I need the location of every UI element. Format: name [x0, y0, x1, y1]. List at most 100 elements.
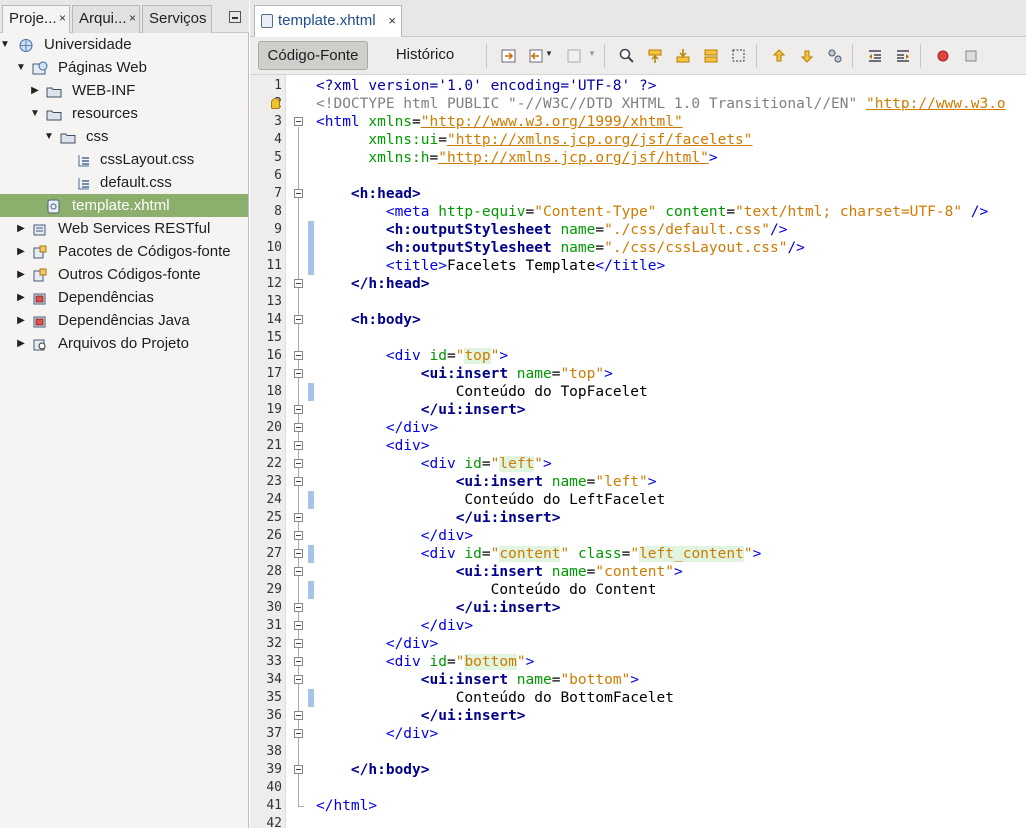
code-token: =: [595, 240, 605, 256]
tree-node[interactable]: cssLayout.css: [0, 148, 248, 171]
toggle-bookmark-icon[interactable]: [826, 47, 844, 65]
line-number: 28: [266, 564, 282, 579]
tree-node[interactable]: ▶ WEB-INF: [0, 79, 248, 102]
collapse-right-icon[interactable]: ▶: [16, 217, 26, 240]
fold-end-icon[interactable]: [294, 423, 303, 432]
editor-tab-template[interactable]: template.xhtml ×: [254, 5, 402, 37]
tree-node[interactable]: ▶ Dependências Java: [0, 309, 248, 332]
fold-toggle-icon[interactable]: [294, 315, 303, 324]
shift-left-icon[interactable]: [866, 47, 884, 65]
close-icon[interactable]: ×: [129, 6, 136, 31]
code-token: </ui:insert>: [420, 708, 526, 724]
line-number: 13: [266, 294, 282, 309]
find-next-icon[interactable]: [674, 47, 692, 65]
source-view-button[interactable]: Código-Fonte: [258, 41, 368, 70]
collapse-right-icon[interactable]: ▶: [16, 309, 26, 332]
expand-down-icon[interactable]: ▼: [30, 102, 40, 125]
tab-files-label: Arqui...: [79, 10, 127, 27]
chevron-down-icon[interactable]: ▼: [545, 49, 553, 58]
fold-toggle-icon[interactable]: [294, 441, 303, 450]
chevron-down-icon[interactable]: ▼: [588, 49, 596, 58]
tree-node[interactable]: ▶ Dependências: [0, 286, 248, 309]
code-token: name: [560, 222, 596, 238]
code-token: </ui:insert>: [420, 402, 526, 418]
fold-end-icon[interactable]: [294, 711, 303, 720]
record-macro-icon[interactable]: [934, 47, 952, 65]
tab-projects[interactable]: Proje... ×: [2, 5, 70, 33]
expand-down-icon[interactable]: ▼: [0, 33, 10, 56]
tree-node[interactable]: ▼ resources: [0, 102, 248, 125]
stop-macro-icon[interactable]: [962, 47, 980, 65]
rect-select-icon[interactable]: [730, 47, 748, 65]
expand-down-icon[interactable]: ▼: [44, 125, 54, 148]
fold-end-icon[interactable]: [294, 513, 303, 522]
collapse-right-icon[interactable]: ▶: [16, 332, 26, 355]
tree-node[interactable]: default.css: [0, 171, 248, 194]
fold-end-icon[interactable]: [294, 639, 303, 648]
tree-node[interactable]: ▼ Universidade: [0, 33, 248, 56]
shift-right-icon[interactable]: [894, 47, 912, 65]
fold-end-icon[interactable]: [294, 603, 303, 612]
tree-node[interactable]: ▼ css: [0, 125, 248, 148]
close-icon[interactable]: ×: [59, 6, 66, 31]
editor-tab-label: template.xhtml: [278, 12, 376, 29]
expand-down-icon[interactable]: ▼: [16, 56, 26, 79]
collapse-right-icon[interactable]: ▶: [16, 263, 26, 286]
tree-node-label: WEB-INF: [72, 82, 136, 99]
collapse-right-icon[interactable]: ▶: [16, 240, 26, 263]
line-number: 30: [266, 600, 282, 615]
fold-toggle-icon[interactable]: [294, 189, 303, 198]
fold-toggle-icon[interactable]: [294, 675, 303, 684]
code-line: Conteúdo do LeftFacelet: [316, 491, 665, 509]
fold-end-icon[interactable]: [294, 279, 303, 288]
fold-toggle-icon[interactable]: [294, 477, 303, 486]
collapse-right-icon[interactable]: ▶: [30, 79, 40, 102]
minimize-icon[interactable]: [229, 11, 241, 23]
tree-node[interactable]: ▼ Páginas Web: [0, 56, 248, 79]
fold-toggle-icon[interactable]: [294, 369, 303, 378]
close-icon[interactable]: ×: [388, 6, 396, 36]
fold-toggle-icon[interactable]: [294, 567, 303, 576]
tree-node[interactable]: ▶ Outros Códigos-fonte: [0, 263, 248, 286]
collapse-right-icon[interactable]: ▶: [16, 286, 26, 309]
fold-toggle-icon[interactable]: [294, 459, 303, 468]
fold-end-icon[interactable]: [294, 729, 303, 738]
fold-toggle-icon[interactable]: [294, 117, 303, 126]
hint-lightbulb-icon[interactable]: [271, 98, 280, 109]
fold-end-icon[interactable]: [294, 531, 303, 540]
fold-toggle-icon[interactable]: [294, 351, 303, 360]
tree-node-label: Dependências Java: [58, 312, 190, 329]
code-area[interactable]: <?xml version='1.0' encoding='UTF-8' ?> <…: [316, 75, 1026, 828]
tree-node[interactable]: template.xhtml: [0, 194, 248, 217]
library-icon: [32, 290, 48, 305]
fold-end-icon[interactable]: [294, 765, 303, 774]
find-icon[interactable]: [618, 47, 636, 65]
code-line: Conteúdo do BottomFacelet: [316, 689, 674, 707]
change-marker: [308, 491, 314, 509]
forward-icon[interactable]: [566, 47, 584, 65]
tree-node[interactable]: ▶ Pacotes de Códigos-fonte: [0, 240, 248, 263]
toggle-highlight-icon[interactable]: [702, 47, 720, 65]
fold-toggle-icon[interactable]: [294, 549, 303, 558]
fold-end-icon[interactable]: [294, 405, 303, 414]
line-number: 10: [266, 240, 282, 255]
tab-services[interactable]: Serviços: [142, 5, 212, 33]
back-icon[interactable]: [528, 47, 546, 65]
fold-end-icon[interactable]: [294, 621, 303, 630]
history-view-button[interactable]: Histórico: [380, 41, 470, 70]
find-previous-icon[interactable]: [646, 47, 664, 65]
fold-toggle-icon[interactable]: [294, 657, 303, 666]
next-bookmark-icon[interactable]: [798, 47, 816, 65]
previous-bookmark-icon[interactable]: [770, 47, 788, 65]
tree-node[interactable]: ▶ Web Services RESTful: [0, 217, 248, 240]
code-token: id: [464, 546, 482, 562]
tab-files[interactable]: Arqui... ×: [72, 5, 140, 33]
last-edit-icon[interactable]: [500, 47, 518, 65]
tree-node[interactable]: ▶ Arquivos do Projeto: [0, 332, 248, 355]
